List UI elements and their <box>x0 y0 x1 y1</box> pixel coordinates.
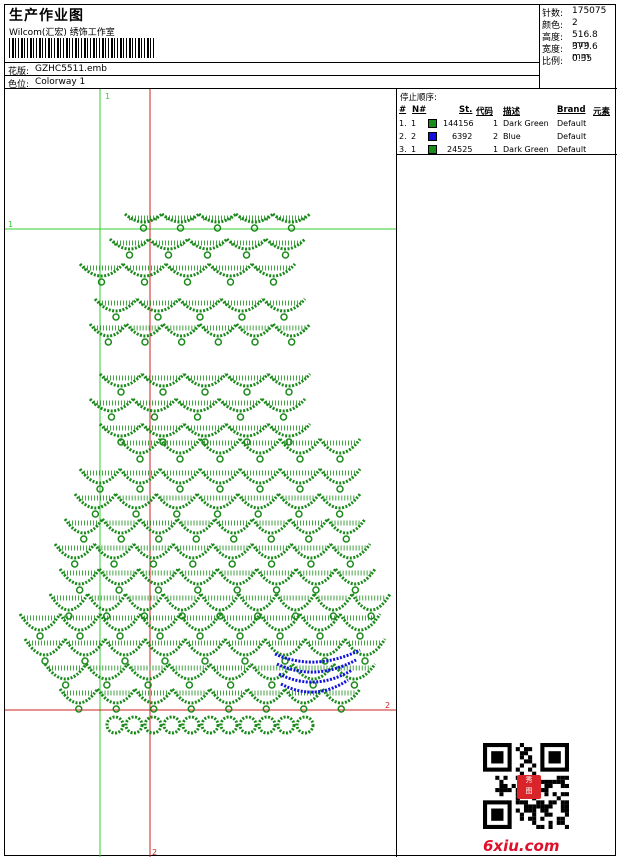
design-value: GZHC5511.emb <box>35 64 107 74</box>
colorway-row: 色位: Colorway 1 <box>5 75 540 90</box>
embroidery-preview: 1 1 2 2 <box>5 89 396 857</box>
design-row: 花版: GZHC5511.emb <box>5 62 540 77</box>
software-name: Wilcom(汇宏) 绣饰工作室 <box>9 28 115 38</box>
stat-scale: 比例: 0.35 <box>542 54 593 67</box>
logo-seal: 秀图 <box>517 775 541 799</box>
guide-label-red-v: 2 <box>152 848 157 857</box>
col-elem: 元素 <box>593 107 611 117</box>
site-watermark: 6xiu.com <box>483 837 560 855</box>
col-num: # <box>399 105 407 115</box>
col-brand: Brand <box>557 105 586 115</box>
guide-label-red-h: 2 <box>385 701 390 710</box>
col-desc: 描述 <box>503 107 521 117</box>
color-swatch <box>428 132 437 141</box>
colorway-value: Colorway 1 <box>35 77 86 87</box>
stats-panel: 针数: 175075 颜色: 2 高度: 516.8 mm 宽度: 373.6 mm 比… <box>540 5 617 89</box>
stat-colors: 颜色: 2 <box>542 18 578 31</box>
guide-label-green-h: 1 <box>8 220 13 229</box>
color-swatch <box>428 145 437 154</box>
dress-pattern <box>18 212 392 735</box>
col-n: N# <box>412 105 427 115</box>
stat-width: 宽度: 373.6 mm <box>542 42 598 62</box>
col-st: St. <box>459 105 473 115</box>
stop-sequence-title: 停止顺序: <box>400 93 437 103</box>
stat-stitches: 针数: 175075 <box>542 6 607 19</box>
stop-sequence-panel: 停止顺序: # N# St. 代码 描述 Brand 元素 1. 1 14415… <box>397 89 617 155</box>
color-swatch <box>428 119 437 128</box>
worksheet: 生产作业图 Wilcom(汇宏) 绣饰工作室 花版: GZHC5511.emb … <box>4 4 617 857</box>
barcode <box>9 38 155 58</box>
col-code: 代码 <box>476 107 494 117</box>
stat-height: 高度: 516.8 mm <box>542 30 598 50</box>
header-block: 生产作业图 Wilcom(汇宏) 绣饰工作室 花版: GZHC5511.emb … <box>5 5 540 90</box>
page-title: 生产作业图 <box>9 8 84 24</box>
design-canvas: 1 1 2 2 <box>5 89 397 857</box>
guide-label-green-v: 1 <box>105 92 110 101</box>
